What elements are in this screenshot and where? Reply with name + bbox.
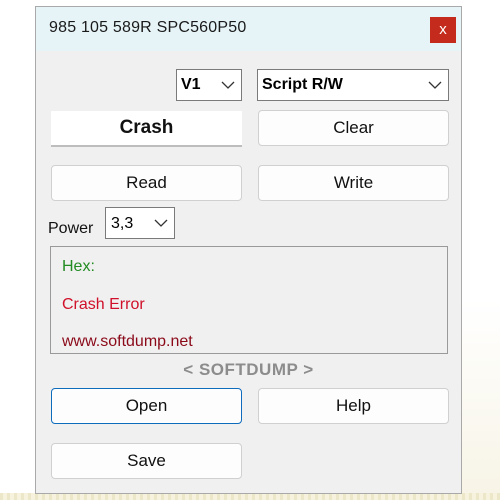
softdump-window: 985 105 589R SPC560P50 x V1 Script R/W C…: [35, 6, 462, 494]
power-select-value: 3,3: [111, 215, 134, 232]
crash-button[interactable]: Crash: [51, 111, 242, 147]
close-button[interactable]: x: [430, 17, 456, 43]
log-line-error: Crash Error: [62, 296, 145, 313]
write-button[interactable]: Write: [258, 165, 449, 201]
desktop-background-strip: [0, 493, 500, 500]
version-select-value: V1: [181, 76, 201, 93]
brand-label: < SOFTDUMP >: [183, 360, 314, 379]
chevron-down-icon: [428, 81, 442, 89]
close-icon: x: [439, 21, 447, 38]
version-select[interactable]: V1: [176, 69, 242, 101]
log-line-url: www.softdump.net: [62, 333, 193, 350]
help-button[interactable]: Help: [258, 388, 449, 424]
mode-select[interactable]: Script R/W: [257, 69, 449, 101]
power-select[interactable]: 3,3: [105, 207, 175, 239]
title-bar[interactable]: 985 105 589R SPC560P50 x: [36, 7, 461, 51]
save-button[interactable]: Save: [51, 443, 242, 479]
read-button[interactable]: Read: [51, 165, 242, 201]
log-line-hex: Hex:: [62, 258, 95, 275]
open-button[interactable]: Open: [51, 388, 242, 424]
chevron-down-icon: [154, 219, 168, 227]
clear-button[interactable]: Clear: [258, 110, 449, 146]
window-title: 985 105 589R SPC560P50: [49, 19, 247, 36]
log-output[interactable]: Hex: Crash Error www.softdump.net: [50, 246, 448, 354]
desktop-background: [462, 0, 500, 500]
mode-select-value: Script R/W: [262, 76, 343, 93]
power-label: Power: [48, 220, 94, 237]
chevron-down-icon: [221, 81, 235, 89]
